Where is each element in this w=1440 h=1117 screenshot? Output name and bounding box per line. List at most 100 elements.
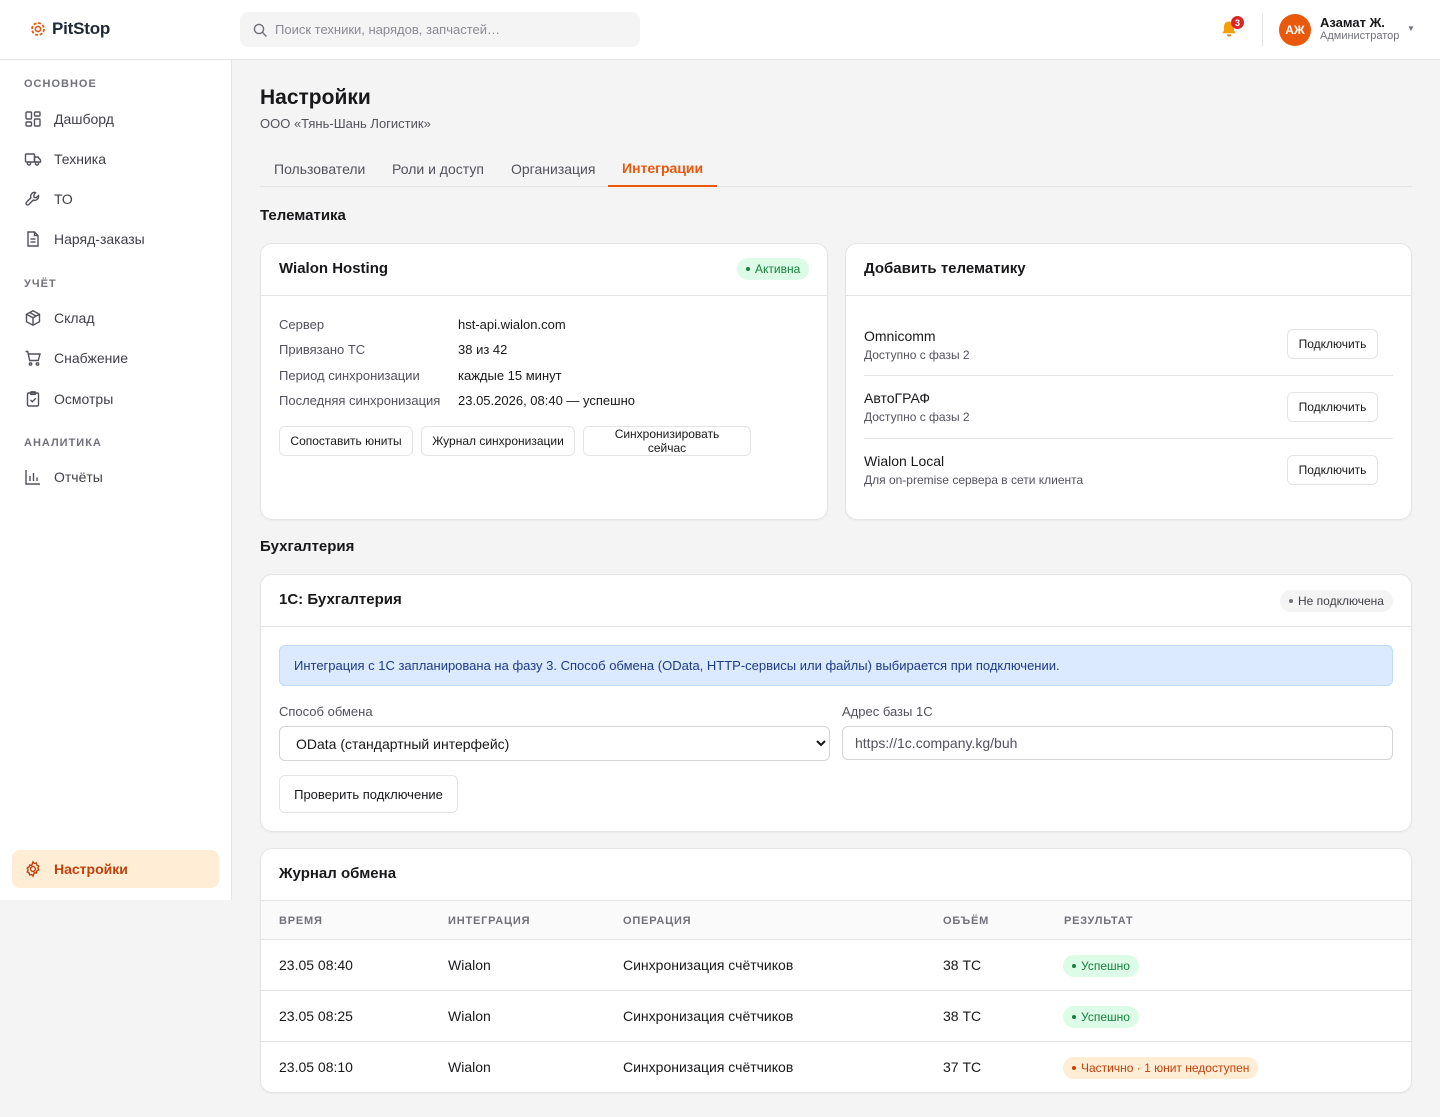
exchange-method-select[interactable]: OData (стандартный интерфейс): [279, 726, 830, 761]
sidebar-item-procurement[interactable]: Снабжение: [12, 339, 219, 377]
sidebar-item-maintenance[interactable]: ТО: [12, 180, 219, 218]
accounting-1c-card: 1С: Бухгалтерия Не подключена Интеграция…: [260, 574, 1412, 832]
table-row[interactable]: 23.05 08:25 Wialon Синхронизация счётчик…: [261, 991, 1411, 1042]
card-header: Wialon Hosting Активна: [261, 244, 827, 296]
divider: [864, 438, 1393, 439]
cell-operation: Синхронизация счётчиков: [623, 957, 794, 973]
nav-section-accounting: УЧЁТ: [24, 278, 57, 290]
notifications-badge: 3: [1231, 16, 1244, 29]
bar-chart-icon: [25, 470, 40, 485]
tab-organization[interactable]: Организация: [497, 150, 609, 187]
sidebar-item-inspections[interactable]: Осмотры: [12, 380, 219, 418]
column-header-result[interactable]: РЕЗУЛЬТАТ: [1064, 915, 1133, 927]
map-units-button[interactable]: Сопоставить юниты: [279, 426, 413, 456]
logo-gear-icon: [31, 22, 45, 36]
provider-name-omnicomm: Omnicomm: [864, 328, 936, 344]
card-title: Добавить телематику: [864, 260, 1026, 277]
cart-icon: [25, 350, 41, 366]
sidebar-item-vehicles[interactable]: Техника: [12, 140, 219, 178]
avatar[interactable]: АЖ: [1279, 14, 1311, 46]
info-banner: Интеграция с 1С запланирована на фазу 3.…: [279, 645, 1393, 686]
wialon-card: Wialon Hosting Активна Сервер hst-api.wi…: [260, 243, 828, 520]
table-header: ВРЕМЯ ИНТЕГРАЦИЯ ОПЕРАЦИЯ ОБЪЁМ РЕЗУЛЬТА…: [261, 900, 1411, 940]
sidebar-item-work-orders[interactable]: Наряд-заказы: [12, 220, 219, 258]
section-title-telematics: Телематика: [260, 207, 346, 224]
app-logo[interactable]: PitStop: [30, 19, 110, 39]
search-input[interactable]: [275, 22, 615, 37]
table-row[interactable]: 23.05 08:40 Wialon Синхронизация счётчик…: [261, 940, 1411, 991]
tab-integrations[interactable]: Интеграции: [608, 150, 718, 187]
field-label-server: Сервер: [279, 317, 325, 332]
status-dot: [1289, 599, 1293, 603]
divider: [864, 375, 1393, 376]
exchange-log-card: Журнал обмена ВРЕМЯ ИНТЕГРАЦИЯ ОПЕРАЦИЯ …: [260, 848, 1412, 1093]
field-label-last-sync: Последняя синхронизация: [279, 393, 441, 408]
exchange-method-label: Способ обмена: [279, 704, 373, 719]
status-badge-label: Успешно: [1081, 959, 1130, 973]
card-header: Журнал обмена: [261, 849, 1411, 901]
check-connection-button[interactable]: Проверить подключение: [279, 775, 458, 813]
sidebar-item-label: Настройки: [54, 861, 128, 877]
app-name: PitStop: [52, 19, 111, 38]
column-header-operation[interactable]: ОПЕРАЦИЯ: [623, 915, 691, 927]
user-name[interactable]: Азамат Ж.: [1320, 15, 1385, 30]
status-dot: [746, 267, 750, 271]
field-value-last-sync: 23.05.2026, 08:40 — успешно: [458, 393, 636, 408]
sidebar-item-reports[interactable]: Отчёты: [12, 458, 219, 496]
sidebar-item-label: Отчёты: [54, 469, 103, 485]
nav-section-analytics: АНАЛИТИКА: [24, 437, 102, 449]
gear-icon: [26, 860, 40, 878]
field-value-server: hst-api.wialon.com: [458, 317, 566, 332]
sync-log-button[interactable]: Журнал синхронизации: [421, 426, 575, 456]
search-icon: [253, 23, 267, 37]
cell-integration: Wialon: [448, 957, 491, 973]
sidebar-item-label: ТО: [54, 191, 73, 207]
clipboard-icon: [26, 391, 40, 407]
sidebar-item-dashboard[interactable]: Дашборд: [12, 100, 219, 138]
cell-operation: Синхронизация счётчиков: [623, 1059, 794, 1075]
sync-now-button[interactable]: Синхронизировать сейчас: [583, 426, 751, 456]
connect-omnicomm-button[interactable]: Подключить: [1287, 329, 1378, 359]
connect-wialon-local-button[interactable]: Подключить: [1287, 455, 1378, 485]
cell-time: 23.05 08:40: [279, 957, 353, 973]
provider-note-wialon-local: Для on-premise сервера в сети клиента: [864, 473, 1084, 487]
sidebar-item-settings[interactable]: Настройки: [12, 850, 219, 888]
card-title: Журнал обмена: [279, 865, 397, 882]
chevron-down-icon[interactable]: ▼: [1407, 24, 1415, 33]
status-badge: Активна: [737, 258, 810, 280]
table-row[interactable]: 23.05 08:10 Wialon Синхронизация счётчик…: [261, 1042, 1411, 1092]
sidebar-item-warehouse[interactable]: Склад: [12, 299, 219, 337]
user-role: Администратор: [1320, 30, 1400, 42]
sidebar-item-label: Наряд-заказы: [54, 231, 145, 247]
document-icon: [27, 231, 39, 247]
column-header-time[interactable]: ВРЕМЯ: [279, 915, 323, 927]
cell-operation: Синхронизация счётчиков: [623, 1008, 794, 1024]
db-address-label: Адрес базы 1С: [842, 704, 933, 719]
status-badge: Успешно: [1063, 1006, 1139, 1028]
db-address-input[interactable]: [842, 726, 1393, 760]
status-badge-label: Частично · 1 юнит недоступен: [1081, 1061, 1250, 1075]
search-bar[interactable]: [240, 12, 640, 47]
cell-volume: 38 ТС: [943, 957, 982, 973]
cell-volume: 37 ТС: [943, 1059, 982, 1075]
notifications-button[interactable]: 3: [1220, 16, 1244, 41]
provider-name-wialon-local: Wialon Local: [864, 453, 945, 469]
column-header-integration[interactable]: ИНТЕГРАЦИЯ: [448, 915, 530, 927]
status-badge: Частично · 1 юнит недоступен: [1063, 1057, 1259, 1079]
card-title: Wialon Hosting: [279, 260, 389, 277]
provider-name-autograph: АвтоГРАФ: [864, 390, 931, 406]
connect-autograph-button[interactable]: Подключить: [1287, 392, 1378, 422]
nav-section-main: ОСНОВНОЕ: [24, 78, 97, 90]
column-header-volume[interactable]: ОБЪЁМ: [943, 915, 989, 927]
cell-integration: Wialon: [448, 1008, 491, 1024]
status-badge-label: Активна: [755, 262, 801, 276]
provider-note-autograph: Доступно с фазы 2: [864, 410, 970, 424]
sidebar-item-label: Осмотры: [54, 391, 114, 407]
sidebar-item-label: Дашборд: [54, 111, 114, 127]
cell-integration: Wialon: [448, 1059, 491, 1075]
tab-roles[interactable]: Роли и доступ: [378, 150, 498, 187]
tab-users[interactable]: Пользователи: [260, 150, 379, 187]
status-dot: [1072, 1015, 1076, 1019]
top-bar: PitStop 3 АЖ Азамат Ж. Администратор ▼: [0, 0, 1440, 60]
field-value-period: каждые 15 минут: [458, 368, 562, 383]
